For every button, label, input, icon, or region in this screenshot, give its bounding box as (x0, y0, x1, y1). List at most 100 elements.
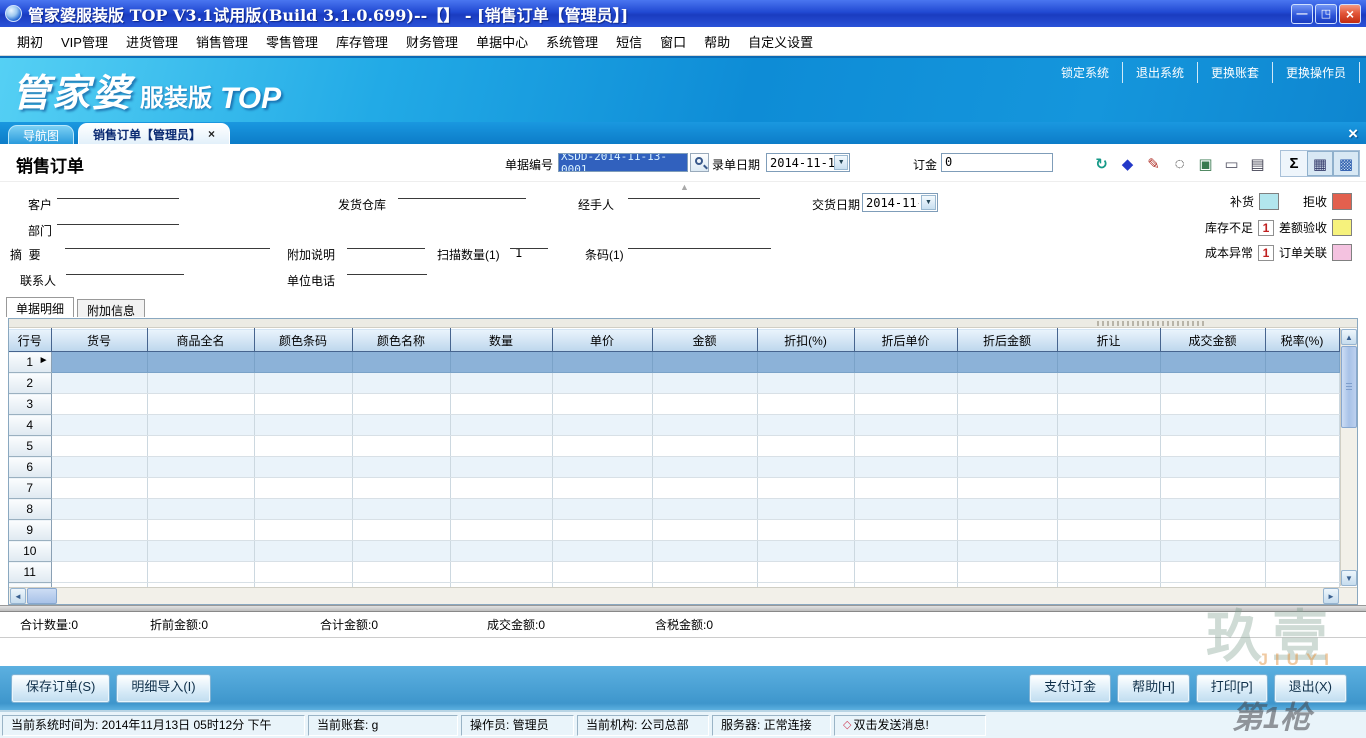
grid-cell[interactable] (147, 520, 254, 541)
grid-cell[interactable] (1160, 499, 1265, 520)
grid-cell[interactable] (1160, 478, 1265, 499)
grid-cell[interactable] (1057, 457, 1160, 478)
grid-cell[interactable] (1160, 562, 1265, 583)
grid-cell[interactable] (352, 394, 450, 415)
grid-cell[interactable] (757, 352, 854, 373)
grid-cell[interactable] (1160, 541, 1265, 562)
row-number-cell[interactable]: 1► (9, 352, 51, 373)
grid-cell[interactable] (854, 457, 957, 478)
grid-cell[interactable] (1057, 541, 1160, 562)
row-number-cell[interactable]: 2 (9, 373, 51, 394)
grid-cell[interactable] (51, 436, 147, 457)
grid-cell[interactable] (1057, 562, 1160, 583)
grid-cell[interactable] (1057, 478, 1160, 499)
grid-cell[interactable] (1265, 394, 1339, 415)
grid-cell[interactable] (352, 562, 450, 583)
refresh-icon[interactable]: ↻ (1090, 152, 1113, 175)
lasso-icon[interactable]: ◌ (1168, 152, 1191, 175)
grid-cell[interactable] (1160, 373, 1265, 394)
grid-cell[interactable] (147, 352, 254, 373)
summary-input[interactable] (65, 234, 270, 249)
grid-cell[interactable] (957, 436, 1057, 457)
grid-cell[interactable] (450, 373, 552, 394)
grid-cell[interactable] (854, 373, 957, 394)
col-allowance[interactable]: 折让 (1057, 329, 1160, 352)
grid-cell[interactable] (147, 478, 254, 499)
department-input[interactable] (57, 210, 179, 225)
grid-cell[interactable] (147, 562, 254, 583)
grid-cell[interactable] (957, 373, 1057, 394)
panel-close-icon[interactable]: × (1348, 125, 1358, 142)
grid-cell[interactable] (757, 541, 854, 562)
grid-cell[interactable] (957, 457, 1057, 478)
col-discount-pct[interactable]: 折扣(%) (757, 329, 854, 352)
grid-cell[interactable] (552, 520, 652, 541)
grid-cell[interactable] (757, 520, 854, 541)
row-number-cell[interactable]: 6 (9, 457, 51, 478)
grid-cell[interactable] (450, 457, 552, 478)
grid-cell[interactable] (652, 478, 757, 499)
grid-cell[interactable] (352, 541, 450, 562)
grid-cell[interactable] (552, 457, 652, 478)
vertical-scroll-thumb[interactable] (1341, 346, 1357, 428)
grid-cell[interactable] (757, 394, 854, 415)
grid-cell[interactable] (147, 541, 254, 562)
grid-cell[interactable] (1160, 520, 1265, 541)
grid-cell[interactable] (757, 415, 854, 436)
scroll-up-icon[interactable]: ▲ (1341, 329, 1357, 345)
contact-input[interactable] (66, 260, 184, 275)
grid-cell[interactable] (254, 520, 352, 541)
grid-cell[interactable] (352, 352, 450, 373)
grid-cell[interactable] (352, 373, 450, 394)
grid-cell[interactable] (854, 562, 957, 583)
warehouse-input[interactable] (398, 184, 526, 199)
grid-cell[interactable] (51, 415, 147, 436)
col-item-no[interactable]: 货号 (51, 329, 147, 352)
grid-cell[interactable] (1057, 394, 1160, 415)
grid-cell[interactable] (957, 478, 1057, 499)
minimize-button[interactable]: — (1291, 4, 1313, 24)
grid-cell[interactable] (254, 373, 352, 394)
status-message[interactable]: ◇ 双击发送消息! (834, 715, 986, 736)
grid-cell[interactable] (854, 478, 957, 499)
grid-cell[interactable] (1265, 520, 1339, 541)
grid-cell[interactable] (854, 541, 957, 562)
grid-cell[interactable] (757, 457, 854, 478)
horizontal-scroll-thumb[interactable] (27, 588, 57, 604)
grid-cell[interactable] (1265, 499, 1339, 520)
grid-cell[interactable] (552, 436, 652, 457)
grid-cell[interactable] (147, 436, 254, 457)
grid-cell[interactable] (652, 352, 757, 373)
col-quantity[interactable]: 数量 (450, 329, 552, 352)
grid-cell[interactable] (757, 478, 854, 499)
grid-cell[interactable] (352, 478, 450, 499)
grid-cell[interactable] (854, 352, 957, 373)
grid-cell[interactable] (450, 352, 552, 373)
sum-icon[interactable]: Σ (1281, 151, 1307, 176)
grid-cell[interactable] (652, 436, 757, 457)
grid-cell[interactable] (147, 373, 254, 394)
menu-item-system[interactable]: 系统管理 (537, 32, 607, 51)
col-tax-rate[interactable]: 税率(%) (1265, 329, 1339, 352)
handler-input[interactable] (628, 184, 760, 199)
subtotal-grid-icon[interactable]: ▦ (1307, 151, 1333, 176)
eraser-icon[interactable]: ◆ (1116, 152, 1139, 175)
row-number-cell[interactable]: 9 (9, 520, 51, 541)
grid-cell[interactable] (1057, 436, 1160, 457)
grid-cell[interactable] (1265, 562, 1339, 583)
save-order-button[interactable]: 保存订单(S) (12, 675, 109, 702)
col-discounted-amount[interactable]: 折后金额 (957, 329, 1057, 352)
scroll-left-icon[interactable]: ◄ (10, 588, 26, 604)
scan-qty-input[interactable] (510, 234, 548, 249)
grid-cell[interactable] (450, 499, 552, 520)
grid-cell[interactable] (552, 352, 652, 373)
menu-item-sms[interactable]: 短信 (607, 32, 651, 51)
grid-cell[interactable] (1057, 373, 1160, 394)
grid-cell[interactable] (51, 541, 147, 562)
grid-cell[interactable] (1265, 373, 1339, 394)
grid-cell[interactable] (450, 436, 552, 457)
grid-cell[interactable] (147, 394, 254, 415)
entry-date-dropdown-icon[interactable]: ▼ (834, 155, 848, 170)
grid-cell[interactable] (51, 352, 147, 373)
menu-item-qichu[interactable]: 期初 (8, 32, 52, 51)
